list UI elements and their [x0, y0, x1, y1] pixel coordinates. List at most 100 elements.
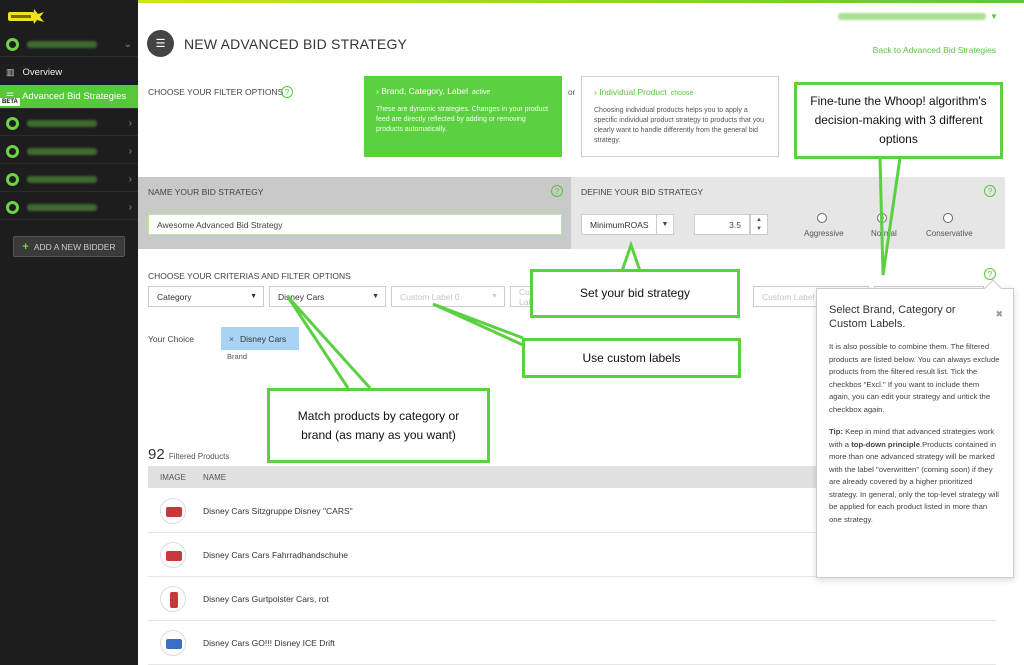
- list-icon: ☰: [147, 30, 174, 57]
- product-name: Disney Cars Gurtpolster Cars, rot: [203, 594, 329, 604]
- chevron-down-icon[interactable]: ▼: [990, 12, 998, 21]
- tip-text-bold: top-down principle: [851, 439, 920, 449]
- criteria-type-select[interactable]: Category ▼: [148, 286, 264, 307]
- caret-down-icon: ▼: [250, 293, 257, 300]
- criteria-value: Disney Cars: [278, 291, 325, 302]
- option-state: choose: [670, 90, 694, 97]
- chevron-down-icon: ⌄: [123, 39, 132, 50]
- caret-down-icon: ▼: [372, 293, 379, 300]
- account-name-blurred: [27, 204, 97, 211]
- option-title-text: Brand, Category, Label: [381, 86, 468, 96]
- user-email-blurred[interactable]: [838, 13, 986, 20]
- sidebar-account-3[interactable]: ›: [0, 140, 138, 164]
- chevron-right-icon: ›: [128, 174, 132, 185]
- filtered-count-label: Filtered Products: [168, 452, 230, 461]
- radio-label-conservative: Conservative: [926, 229, 973, 238]
- plus-icon: +: [22, 240, 29, 253]
- chip-label: Disney Cars: [239, 333, 287, 344]
- value-stepper[interactable]: ▲ ▼: [750, 214, 768, 235]
- account-icon: [6, 173, 19, 186]
- custom-label-0-select[interactable]: Custom Label 0 ▼: [391, 286, 505, 307]
- criteria-value-select[interactable]: Disney Cars ▼: [269, 286, 386, 307]
- sidebar-account-5[interactable]: ›: [0, 196, 138, 220]
- popover-paragraph: It is also possible to combine them. The…: [829, 342, 1000, 414]
- product-name: Disney Cars Sitzgruppe Disney "CARS": [203, 506, 353, 516]
- product-image: [160, 498, 186, 524]
- sidebar-account-1[interactable]: ⌄: [0, 33, 138, 57]
- stepper-up-icon[interactable]: ▲: [756, 217, 762, 223]
- help-icon[interactable]: ?: [984, 185, 996, 197]
- sidebar-item-advanced-bid-strategies[interactable]: ☰ Advanced Bid Strategies: [0, 85, 138, 109]
- page-title: NEW ADVANCED BID STRATEGY: [184, 36, 408, 52]
- account-name-blurred: [27, 120, 97, 127]
- strategy-name-input[interactable]: Awesome Advanced Bid Strategy: [148, 214, 562, 235]
- product-image: [160, 586, 186, 612]
- product-image: [160, 630, 186, 656]
- chevron-right-icon: ›: [128, 146, 132, 157]
- help-popover: ✖ Select Brand, Category or Custom Label…: [816, 279, 1014, 578]
- radio-normal[interactable]: [877, 213, 887, 223]
- target-value-input[interactable]: 3.5: [694, 214, 750, 235]
- option-description: These are dynamic strategies. Changes in…: [376, 106, 548, 133]
- popover-tip: Tip: Keep in mind that advanced strategi…: [829, 426, 1001, 526]
- add-bidder-button[interactable]: + ADD A NEW BIDDER: [13, 236, 125, 257]
- product-name: Disney Cars Cars Fahrradhandschuhe: [203, 550, 349, 560]
- custom-label-3-placeholder: Custom Label 3: [762, 291, 822, 302]
- tip-label: Tip:: [829, 427, 843, 436]
- custom-label-0-placeholder: Custom Label 0: [400, 291, 460, 302]
- callout-match-products: Match products by category or brand (as …: [267, 388, 490, 463]
- filtered-count: 92 Filtered Products: [148, 446, 229, 463]
- account-icon: [6, 145, 19, 158]
- tip-text-c: .Products contained in more than one adv…: [829, 439, 999, 524]
- sidebar: ⌄ ▥ Overview ☰ Advanced Bid Strategies B…: [0, 0, 138, 665]
- radio-aggressive[interactable]: [817, 213, 827, 223]
- or-label: or: [568, 88, 576, 97]
- selected-filter-chip[interactable]: × Disney Cars: [221, 327, 299, 350]
- bar-chart-icon: ▥: [6, 66, 15, 77]
- criteria-label: CHOOSE YOUR CRITERIAS AND FILTER OPTIONS: [148, 271, 351, 281]
- help-icon[interactable]: ?: [281, 86, 293, 98]
- help-icon[interactable]: ?: [984, 268, 996, 280]
- callout-finetune: Fine-tune the Whoop! algorithm's decisio…: [794, 82, 1003, 159]
- column-header-image: IMAGE: [160, 473, 186, 482]
- column-header-name: NAME: [203, 473, 227, 482]
- account-icon: [6, 117, 19, 130]
- option-title-text: Individual Product: [599, 87, 667, 97]
- table-row[interactable]: Disney Cars Gurtpolster Cars, rot: [148, 577, 996, 621]
- stepper-down-icon[interactable]: ▼: [756, 226, 762, 232]
- product-image: [160, 542, 186, 568]
- sidebar-account-2[interactable]: ›: [0, 112, 138, 136]
- sidebar-item-label: Overview: [22, 66, 63, 78]
- sidebar-account-4[interactable]: ›: [0, 168, 138, 192]
- filter-options-label: CHOOSE YOUR FILTER OPTIONS: [148, 87, 284, 97]
- close-icon[interactable]: ✖: [995, 309, 1003, 320]
- help-icon[interactable]: ?: [551, 185, 563, 197]
- whoop-logo[interactable]: [6, 6, 46, 26]
- chevron-down-icon[interactable]: ▼: [656, 214, 674, 235]
- option-brand-category-label[interactable]: › Brand, Category, Label active These are…: [364, 76, 562, 157]
- name-strategy-label: NAME YOUR BID STRATEGY: [148, 187, 264, 197]
- account-icon: [6, 201, 19, 214]
- account-name-blurred: [27, 41, 97, 48]
- add-bidder-label: ADD A NEW BIDDER: [33, 241, 116, 252]
- table-row[interactable]: Disney Cars GO!!! Disney ICE Drift: [148, 621, 996, 665]
- account-name-blurred: [27, 148, 97, 155]
- product-name: Disney Cars GO!!! Disney ICE Drift: [203, 638, 335, 648]
- radio-conservative[interactable]: [943, 213, 953, 223]
- option-individual-product[interactable]: › Individual Product choose Choosing indi…: [581, 76, 779, 157]
- radio-label-normal: Normal: [871, 229, 897, 238]
- popover-arrow: [984, 279, 1002, 297]
- chip-type-label: Brand: [227, 352, 248, 361]
- criteria-type-value: Category: [157, 291, 192, 302]
- sidebar-item-overview[interactable]: ▥ Overview: [0, 60, 138, 84]
- back-link[interactable]: Back to Advanced Bid Strategies: [873, 45, 996, 55]
- close-icon[interactable]: ×: [229, 334, 234, 344]
- sidebar-item-label: Advanced Bid Strategies: [22, 91, 127, 102]
- chevron-right-icon: ›: [128, 202, 132, 213]
- option-state: active: [472, 89, 491, 96]
- define-strategy-label: DEFINE YOUR BID STRATEGY: [581, 187, 704, 197]
- strategy-type-select[interactable]: MinimumROAS: [581, 214, 657, 235]
- account-icon: [6, 38, 19, 51]
- caret-down-icon: ▼: [491, 293, 498, 300]
- callout-custom-labels: Use custom labels: [522, 338, 741, 378]
